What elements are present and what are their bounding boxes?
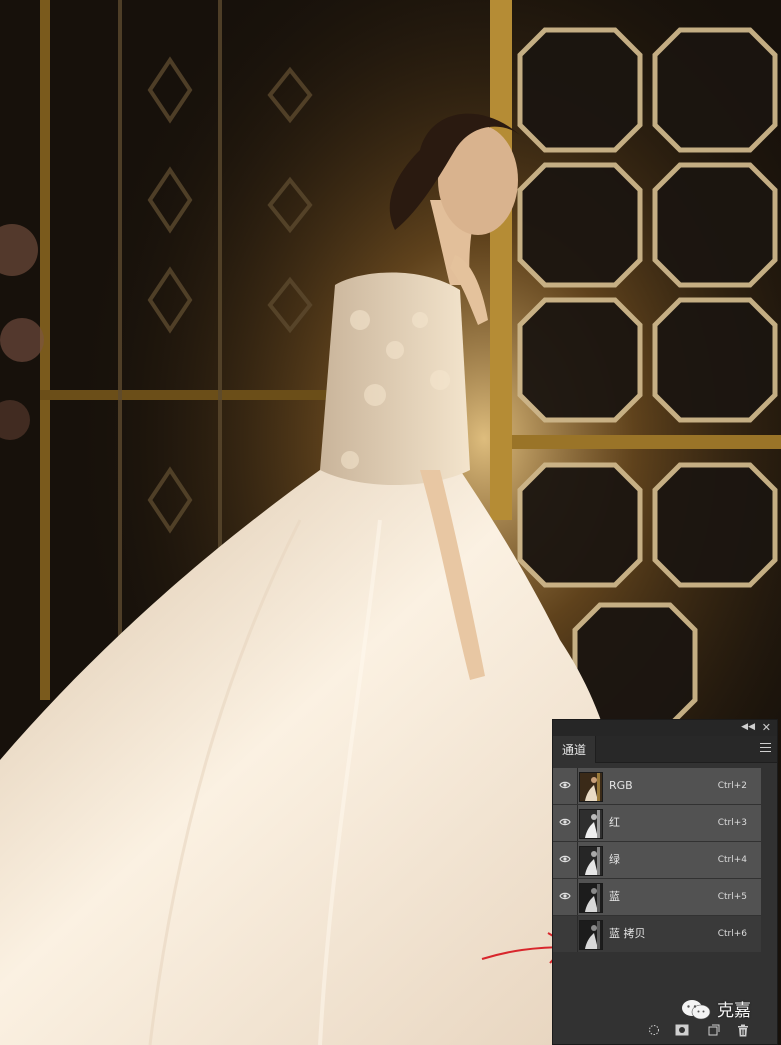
collapse-icon[interactable]: ◀◀	[741, 722, 755, 732]
channel-shortcut: Ctrl+6	[717, 929, 747, 939]
channel-shortcut: Ctrl+2	[717, 781, 747, 791]
channel-row-red[interactable]: 红 Ctrl+3	[553, 805, 761, 841]
channel-shortcut: Ctrl+3	[717, 818, 747, 828]
eye-icon	[559, 892, 571, 900]
visibility-toggle[interactable]	[553, 842, 578, 878]
visibility-toggle[interactable]	[553, 916, 578, 952]
channel-thumbnail	[579, 920, 603, 950]
panel-tab-bar: 通道	[553, 736, 777, 763]
channel-name: 绿	[609, 853, 620, 866]
channel-thumbnail	[579, 772, 603, 802]
channel-row-blue-copy[interactable]: 蓝 拷贝 Ctrl+6	[553, 916, 761, 952]
load-selection-icon[interactable]	[648, 1024, 660, 1036]
channel-list: RGB Ctrl+2 红 Ctrl+3 绿 Ctrl+4 蓝 Ctrl+5 蓝 …	[553, 768, 777, 953]
channel-row-rgb[interactable]: RGB Ctrl+2	[553, 768, 761, 804]
panel-bottom-toolbar	[553, 1018, 777, 1044]
channel-row-blue[interactable]: 蓝 Ctrl+5	[553, 879, 761, 915]
eye-icon	[559, 855, 571, 863]
new-channel-icon[interactable]	[708, 1024, 720, 1036]
channel-thumbnail	[579, 846, 603, 876]
eye-icon	[559, 818, 571, 826]
channel-name: RGB	[609, 779, 633, 792]
panel-title-bar: ◀◀ ✕	[553, 720, 777, 736]
channel-thumbnail	[579, 883, 603, 913]
save-selection-icon[interactable]	[675, 1024, 689, 1036]
visibility-toggle[interactable]	[553, 768, 578, 804]
channel-name: 红	[609, 816, 620, 829]
channel-name: 蓝 拷贝	[609, 927, 646, 940]
channel-row-green[interactable]: 绿 Ctrl+4	[553, 842, 761, 878]
watermark-text: 克嘉	[717, 1001, 751, 1021]
panel-menu-icon[interactable]	[760, 743, 771, 752]
visibility-toggle[interactable]	[553, 805, 578, 841]
channel-name: 蓝	[609, 890, 620, 903]
visibility-toggle[interactable]	[553, 879, 578, 915]
trash-icon[interactable]	[737, 1024, 749, 1037]
channel-shortcut: Ctrl+5	[717, 892, 747, 902]
eye-icon	[559, 781, 571, 789]
tab-channels[interactable]: 通道	[553, 736, 596, 763]
channel-thumbnail	[579, 809, 603, 839]
wechat-logo-icon	[682, 1000, 711, 1020]
close-icon[interactable]: ✕	[762, 721, 771, 734]
channel-shortcut: Ctrl+4	[717, 855, 747, 865]
